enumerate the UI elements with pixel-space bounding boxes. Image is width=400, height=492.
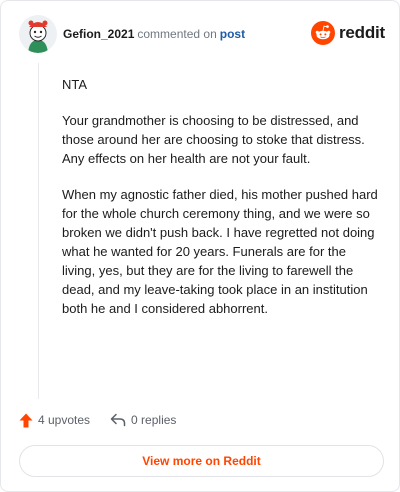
comment-body: NTA Your grandmother is choosing to be d… <box>62 75 380 335</box>
comment-actions: 4 upvotes 0 replies <box>19 410 196 430</box>
reddit-wordmark: reddit <box>338 23 385 42</box>
reply-count: 0 replies <box>131 413 177 427</box>
upvote-arrow-icon <box>19 413 33 427</box>
comment-paragraph: When my agnostic father died, his mother… <box>62 187 378 316</box>
comment-paragraph: Your grandmother is choosing to be distr… <box>62 113 365 166</box>
reddit-snoo-icon <box>310 21 335 45</box>
reply-button[interactable]: 0 replies <box>110 413 176 427</box>
comment-header: Gefion_2021 commented on post reddit <box>19 15 385 55</box>
reddit-comment-embed: Gefion_2021 commented on post reddit NTA Y… <box>0 0 400 492</box>
reddit-logo[interactable]: reddit <box>310 21 385 45</box>
comment-meta: Gefion_2021 commented on post <box>63 26 245 42</box>
commented-on-text: commented on <box>137 27 217 41</box>
reply-arrow-icon <box>110 413 126 427</box>
username[interactable]: Gefion_2021 <box>63 27 134 41</box>
user-avatar[interactable] <box>19 15 57 53</box>
thread-line <box>38 63 39 399</box>
post-link[interactable]: post <box>220 27 245 41</box>
view-more-on-reddit-button[interactable]: View more on Reddit <box>19 445 384 477</box>
upvote-count: 4 upvotes <box>38 413 91 427</box>
comment-paragraph: NTA <box>62 77 88 92</box>
upvote-button[interactable]: 4 upvotes <box>19 413 90 428</box>
